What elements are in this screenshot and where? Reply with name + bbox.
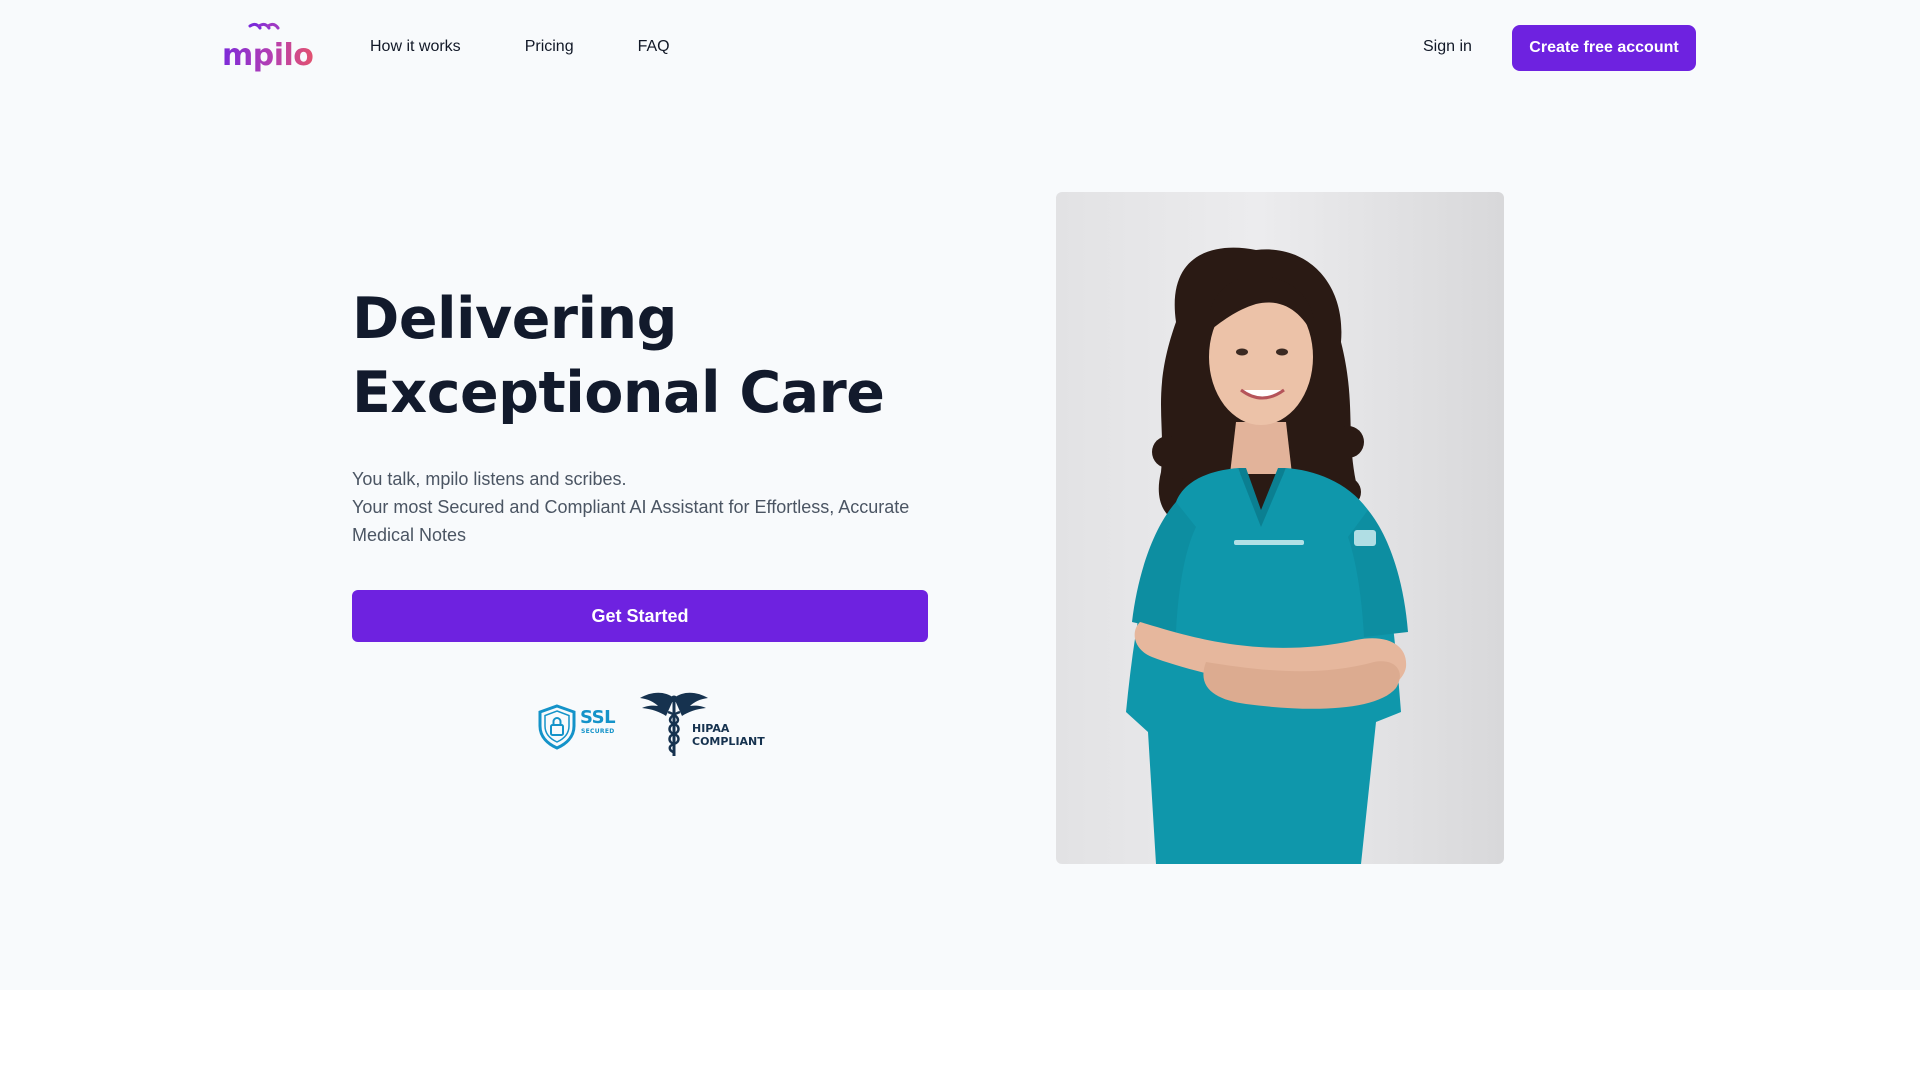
doctor-illustration <box>1126 247 1408 864</box>
hero-subtitle: You talk, mpilo listens and scribes. You… <box>352 465 952 549</box>
ssl-badge-title: SSL <box>580 707 616 728</box>
hero-background <box>0 0 1920 990</box>
logo-text: mpilo <box>222 38 314 73</box>
main-nav: How it works Pricing FAQ <box>370 36 734 58</box>
hipaa-badge-text: HIPAA COMPLIANT <box>692 722 765 748</box>
doctor-portrait <box>1056 192 1504 864</box>
nav-pricing[interactable]: Pricing <box>525 36 574 58</box>
hipaa-badge-line1: HIPAA <box>692 722 730 735</box>
trust-badges: SSL SECURED HIPAA COMPLIANT <box>538 690 768 760</box>
get-started-button[interactable]: Get Started <box>352 590 928 642</box>
create-free-account-button[interactable]: Create free account <box>1512 25 1696 71</box>
sign-in-link[interactable]: Sign in <box>1423 36 1472 58</box>
hero-subtitle-line: Your most Secured and Compliant AI Assis… <box>352 497 910 517</box>
hero-title-line: Exceptional Care <box>352 360 885 426</box>
logo-waves-icon <box>248 22 280 30</box>
hipaa-badge-line2: COMPLIANT <box>692 735 765 748</box>
nav-how-it-works[interactable]: How it works <box>370 36 461 58</box>
hero-title-line: Delivering <box>352 286 677 352</box>
nav-faq[interactable]: FAQ <box>638 36 670 58</box>
mpilo-logo[interactable]: mpilo <box>222 22 314 76</box>
hero-subtitle-line: Medical Notes <box>352 525 467 545</box>
site-header: mpilo How it works Pricing FAQ Sign in C… <box>0 0 1920 96</box>
ssl-badge-subtitle: SECURED <box>581 728 615 735</box>
hero-subtitle-line: You talk, mpilo listens and scribes. <box>352 469 627 489</box>
hero-title: Delivering Exceptional Care <box>352 282 972 430</box>
